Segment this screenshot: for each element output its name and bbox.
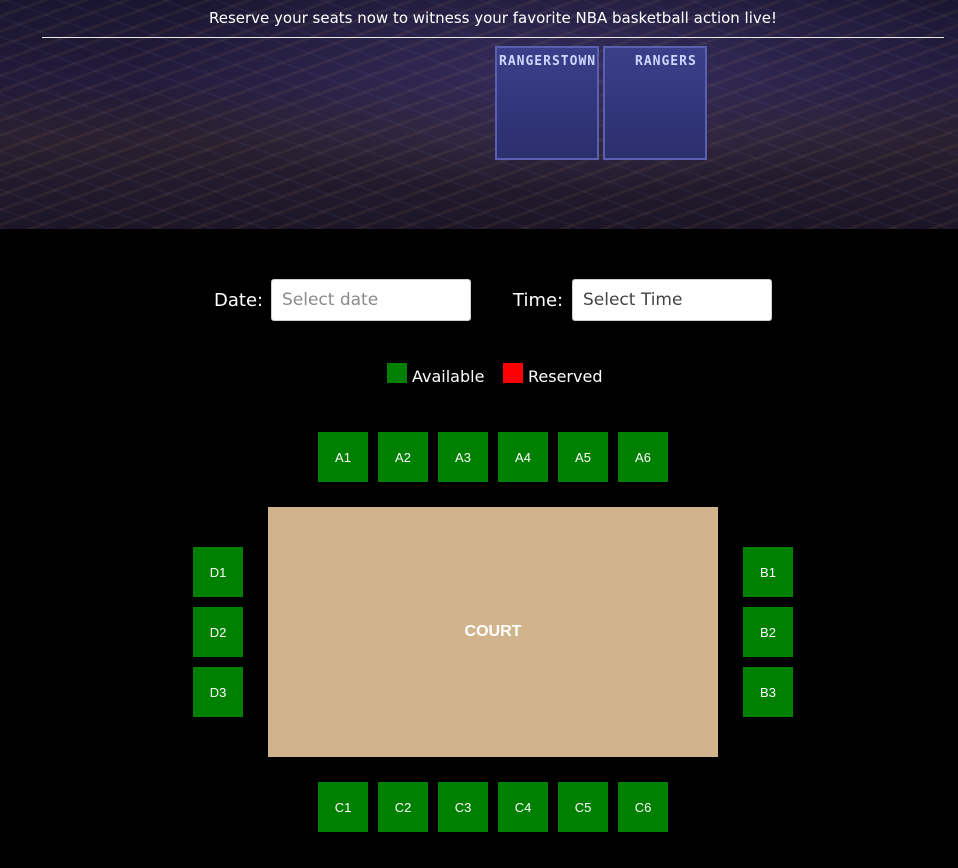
seat-a2[interactable]: A2	[378, 432, 428, 482]
hero-tagline: Reserve your seats now to witness your f…	[208, 9, 778, 27]
date-time-pickers: Date: Time:	[0, 279, 958, 323]
time-label: Time:	[513, 290, 564, 311]
available-swatch	[387, 363, 407, 383]
scoreboard-sign-left: RANGERSTOWN	[499, 54, 597, 69]
hero-divider	[42, 37, 944, 38]
date-label: Date:	[214, 290, 264, 311]
seat-d1[interactable]: D1	[193, 547, 243, 597]
date-input[interactable]	[271, 279, 471, 321]
seat-a1[interactable]: A1	[318, 432, 368, 482]
seat-a6[interactable]: A6	[618, 432, 668, 482]
seat-c2[interactable]: C2	[378, 782, 428, 832]
seat-c5[interactable]: C5	[558, 782, 608, 832]
arena-background-image	[0, 0, 958, 229]
seat-b2[interactable]: B2	[743, 607, 793, 657]
seat-a5[interactable]: A5	[558, 432, 608, 482]
seat-b3[interactable]: B3	[743, 667, 793, 717]
court-label: COURT	[464, 623, 522, 640]
reserved-swatch	[503, 363, 523, 383]
available-label: Available	[412, 367, 485, 386]
seat-c1[interactable]: C1	[318, 782, 368, 832]
seat-c3[interactable]: C3	[438, 782, 488, 832]
seat-d2[interactable]: D2	[193, 607, 243, 657]
seat-d3[interactable]: D3	[193, 667, 243, 717]
seat-c6[interactable]: C6	[618, 782, 668, 832]
court: COURT	[268, 507, 718, 757]
time-input[interactable]	[572, 279, 772, 321]
seat-c4[interactable]: C4	[498, 782, 548, 832]
reserved-label: Reserved	[528, 367, 603, 386]
arena-scoreboard-image: RANGERSTOWN RANGERS	[485, 28, 715, 168]
seat-b1[interactable]: B1	[743, 547, 793, 597]
seat-a3[interactable]: A3	[438, 432, 488, 482]
seat-a4[interactable]: A4	[498, 432, 548, 482]
hero-banner: RANGERSTOWN RANGERS Reserve your seats n…	[0, 0, 958, 229]
scoreboard-sign-right: RANGERS	[635, 54, 697, 69]
